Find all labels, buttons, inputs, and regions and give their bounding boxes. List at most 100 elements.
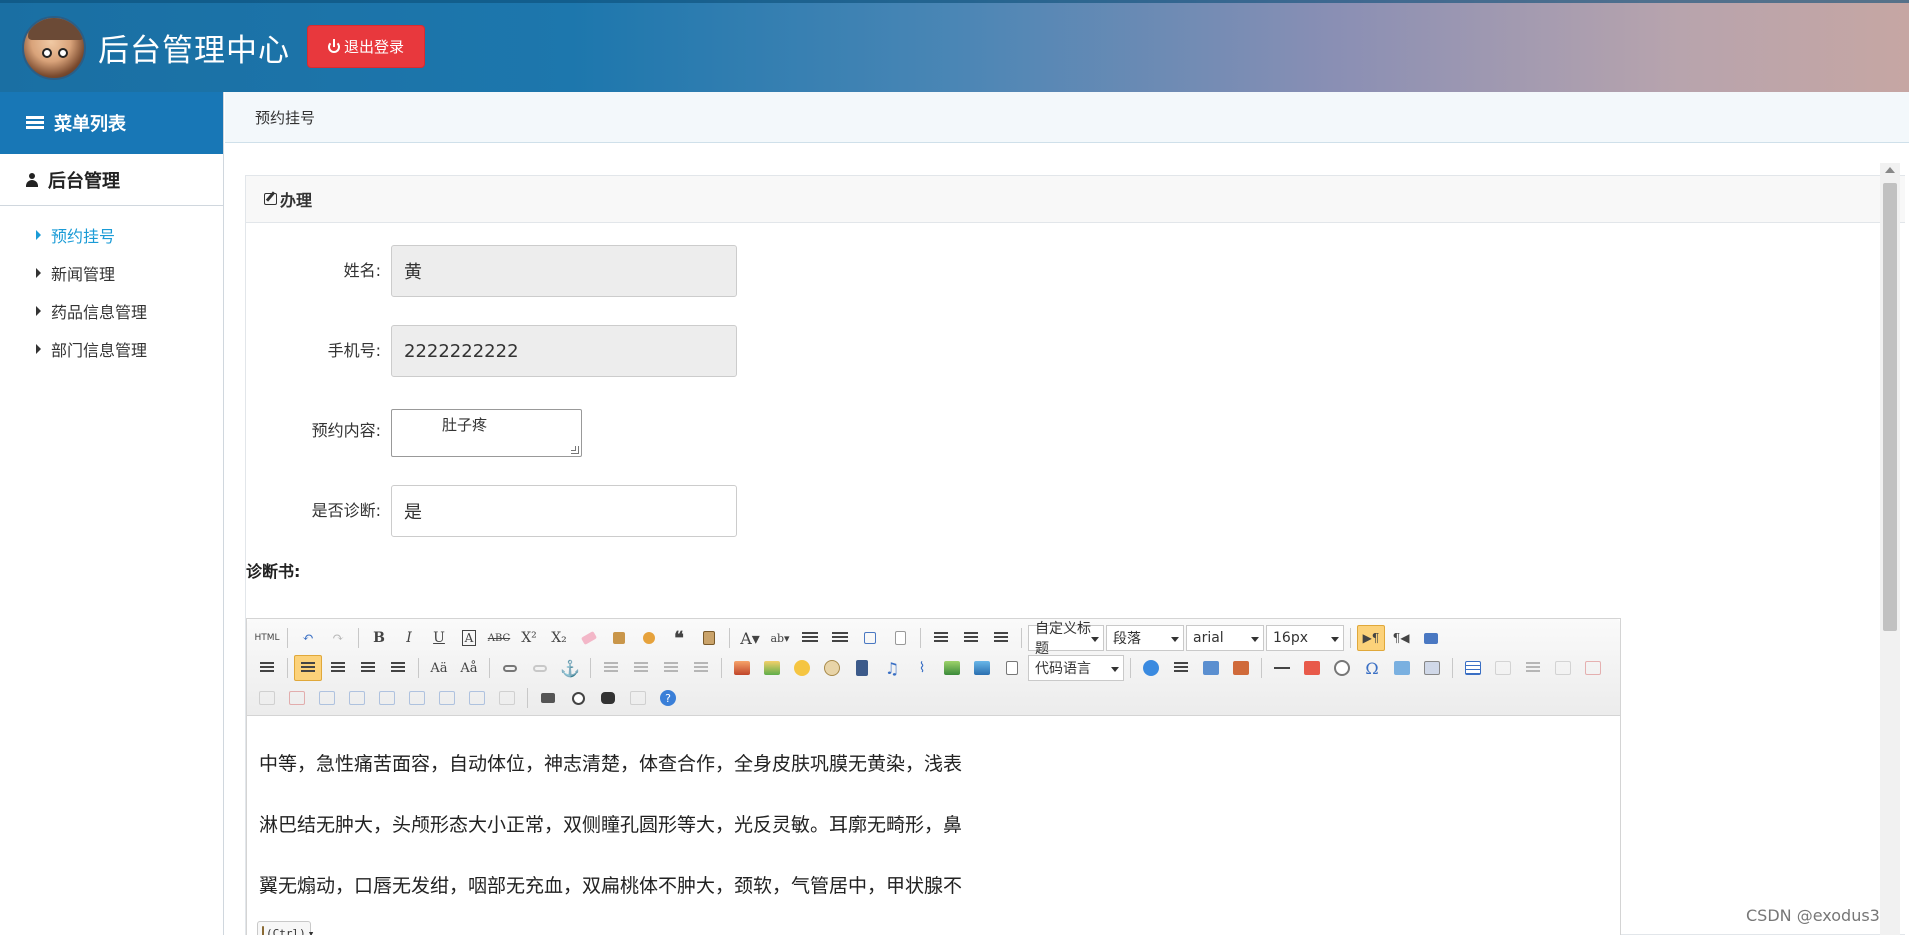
auto-format-icon[interactable] [635,625,663,651]
font-family-select[interactable]: arial [1186,625,1264,651]
row-spacing-top-icon[interactable] [927,625,955,651]
unlink-icon[interactable] [526,655,554,681]
insert-image-icon[interactable] [758,655,786,681]
search-replace-doc-icon[interactable] [1418,655,1446,681]
emotion-icon[interactable] [788,655,816,681]
gmap-icon[interactable] [968,655,996,681]
help-icon[interactable]: ? [654,685,682,711]
scrawl-icon[interactable] [818,655,846,681]
row-spacing-bottom-icon[interactable] [957,625,985,651]
horizontal-rule-icon[interactable] [1268,655,1296,681]
merge-right-icon[interactable] [343,685,371,711]
redo-icon[interactable]: ↷ [324,625,352,651]
attachment-icon[interactable]: ⌇ [908,655,936,681]
insert-video-icon[interactable] [848,655,876,681]
split-to-rows-icon[interactable] [433,685,461,711]
content-textarea[interactable]: 肚子疼 [391,409,582,457]
split-to-cols-icon[interactable] [463,685,491,711]
code-language-select[interactable]: 代码语言 [1028,655,1124,681]
uppercase-icon[interactable]: Aä [425,655,453,681]
logout-button[interactable]: 退出登录 [307,25,425,68]
insert-row-icon[interactable] [1549,655,1577,681]
sidebar-group-admin[interactable]: 后台管理 [0,154,223,206]
align-justify-icon[interactable] [384,655,412,681]
music-icon[interactable]: ♫ [878,655,906,681]
date-icon[interactable] [1298,655,1326,681]
image-right-icon[interactable] [657,655,685,681]
sidebar-item-news[interactable]: 新闻管理 [0,254,223,292]
align-center-icon[interactable] [324,655,352,681]
split-to-cells-icon[interactable] [403,685,431,711]
merge-down-icon[interactable] [373,685,401,711]
align-left-icon[interactable] [294,655,322,681]
paste-options-button[interactable]: (Ctrl) ▾ [257,921,314,935]
sidebar-item-drugs[interactable]: 药品信息管理 [0,292,223,330]
lowercase-icon[interactable]: Aå [455,655,483,681]
bold-icon[interactable]: B [365,625,393,651]
eraser-icon[interactable] [575,625,603,651]
page-scrollbar[interactable] [1880,163,1900,935]
editor-content[interactable]: 中等，急性痛苦面容，自动体位，神志清楚，体查合作，全身皮肤巩膜无黄染，浅表 淋巴… [247,716,1620,917]
insert-table-icon[interactable] [1459,655,1487,681]
delete-col-icon[interactable] [283,685,311,711]
link-icon[interactable] [496,655,524,681]
delete-row-icon[interactable] [1579,655,1607,681]
background-icon[interactable] [1227,655,1255,681]
drafts-icon[interactable] [624,685,652,711]
undo-icon[interactable]: ↶ [294,625,322,651]
resize-grip[interactable] [571,446,579,454]
font-size-select[interactable]: 16px [1266,625,1344,651]
strikethrough-icon[interactable]: ABC [485,625,513,651]
font-border-icon[interactable]: A [455,625,483,651]
page-break-icon[interactable] [1167,655,1195,681]
ordered-list-icon[interactable] [796,625,824,651]
insert-frame-icon[interactable] [998,655,1026,681]
custom-heading-select[interactable]: 自定义标题 [1028,621,1104,657]
ltr-direction-icon[interactable]: ▶¶ [1357,625,1385,651]
blockquote-icon[interactable]: ❝ [665,625,693,651]
print-icon[interactable] [534,685,562,711]
zoom-preview-icon[interactable] [564,685,592,711]
line-height-icon[interactable] [987,625,1015,651]
unordered-list-icon[interactable] [826,625,854,651]
name-field[interactable]: 黄 [391,245,737,297]
image-none-icon[interactable] [597,655,625,681]
web-app-icon[interactable] [1137,655,1165,681]
diagnosed-field[interactable]: 是 [391,485,737,537]
simple-upload-icon[interactable] [728,655,756,681]
time-icon[interactable] [1328,655,1356,681]
anchor-icon[interactable]: ⚓ [556,655,584,681]
chart-icon[interactable] [493,685,521,711]
image-center-icon[interactable] [687,655,715,681]
sidebar-item-appointment[interactable]: 预约挂号 [0,216,223,254]
insert-col-icon[interactable] [253,685,281,711]
html-source-icon[interactable]: HTML [253,625,281,651]
map-icon[interactable] [938,655,966,681]
italic-icon[interactable]: I [395,625,423,651]
clear-doc-icon[interactable] [886,625,914,651]
rtl-direction-icon[interactable]: ¶◀ [1387,625,1415,651]
preview-icon[interactable] [1417,625,1445,651]
scroll-thumb[interactable] [1883,183,1897,631]
select-all-icon[interactable] [856,625,884,651]
template-icon[interactable] [1197,655,1225,681]
back-color-icon[interactable]: ab▾ [766,625,794,651]
indent-icon[interactable] [253,655,281,681]
underline-icon[interactable]: U [425,625,453,651]
subscript-icon[interactable]: X₂ [545,625,573,651]
word-image-icon[interactable] [1388,655,1416,681]
special-chars-icon[interactable]: Ω [1358,655,1386,681]
image-left-icon[interactable] [627,655,655,681]
phone-field[interactable]: 2222222222 [391,325,737,377]
superscript-icon[interactable]: X² [515,625,543,651]
paragraph-select[interactable]: 段落 [1106,625,1184,651]
insert-paragraph-before-table-icon[interactable] [1519,655,1547,681]
align-right-icon[interactable] [354,655,382,681]
scroll-up-icon[interactable] [1885,167,1895,173]
format-brush-icon[interactable] [605,625,633,651]
merge-cells-icon[interactable] [313,685,341,711]
sidebar-item-departments[interactable]: 部门信息管理 [0,330,223,368]
paste-plain-icon[interactable] [695,625,723,651]
font-color-icon[interactable]: A▾ [736,625,764,651]
search-replace-icon[interactable] [594,685,622,711]
